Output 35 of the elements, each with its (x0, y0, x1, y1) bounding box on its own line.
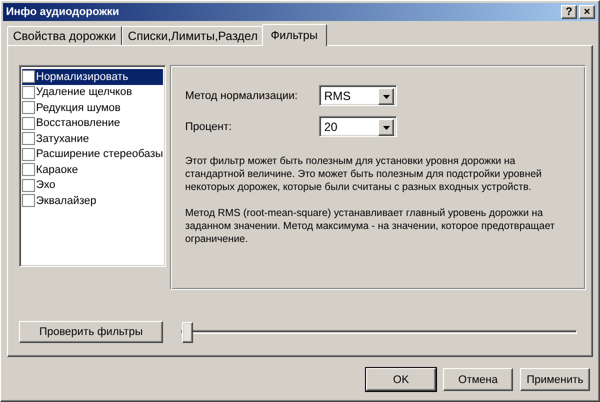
checkbox[interactable] (22, 148, 35, 161)
checkbox[interactable] (22, 178, 35, 192)
checkbox[interactable] (22, 116, 35, 130)
filter-item[interactable]: Расширение стереобазы (22, 146, 164, 162)
test-filters-button[interactable]: Проверить фильтры (19, 321, 163, 343)
checkbox[interactable] (22, 101, 35, 114)
tab[interactable]: Списки,Лимиты,Раздел (122, 26, 264, 45)
filter-item[interactable]: Караоке (22, 162, 164, 178)
filter-item[interactable]: Затухание (22, 131, 164, 146)
slider-thumb[interactable] (182, 322, 193, 343)
dropdown[interactable]: 20 (319, 116, 398, 137)
filter-item[interactable]: Удаление щелчков (22, 84, 164, 100)
filter-item[interactable]: Восстановление (22, 116, 164, 131)
filter-item[interactable]: Эхо (22, 178, 164, 193)
checkbox[interactable] (22, 70, 35, 84)
filter-item[interactable]: Эквалайзер (22, 193, 164, 208)
checkbox[interactable] (22, 86, 35, 99)
dialog-button[interactable]: Отмена (443, 368, 513, 391)
checkbox[interactable] (22, 194, 35, 208)
tab[interactable]: Фильтры (262, 24, 327, 46)
dialog-button[interactable]: Применить (520, 368, 590, 391)
filter-item[interactable]: Нормализировать (22, 69, 164, 84)
field-label: Процент: (185, 120, 233, 132)
dropdown[interactable]: RMS (319, 85, 398, 106)
description-text: Этот фильтр может быть полезным для установки уровня дорожки на стандартной величине. Это может быть полезным для подстройки уровней некоторых дорожек, которые были считаны с разных входных устройств. (185, 155, 543, 194)
help-button[interactable]: ? (561, 5, 577, 19)
close-button[interactable]: × (579, 5, 595, 19)
checkbox[interactable] (22, 132, 35, 146)
description-text: Метод RMS (root-mean-square) устанавливает главный уровень дорожки на заданном значении. Метод максимума - на значении, которое предотвращает ограничение. (185, 207, 556, 246)
checkbox[interactable] (22, 163, 35, 176)
dialog-button[interactable]: OK (366, 368, 436, 391)
filter-item[interactable]: Редукция шумов (22, 100, 164, 116)
window-title: Инфо аудиодорожки (6, 6, 120, 18)
field-label: Метод нормализации: (185, 90, 299, 102)
tab[interactable]: Свойства дорожки (7, 26, 122, 45)
